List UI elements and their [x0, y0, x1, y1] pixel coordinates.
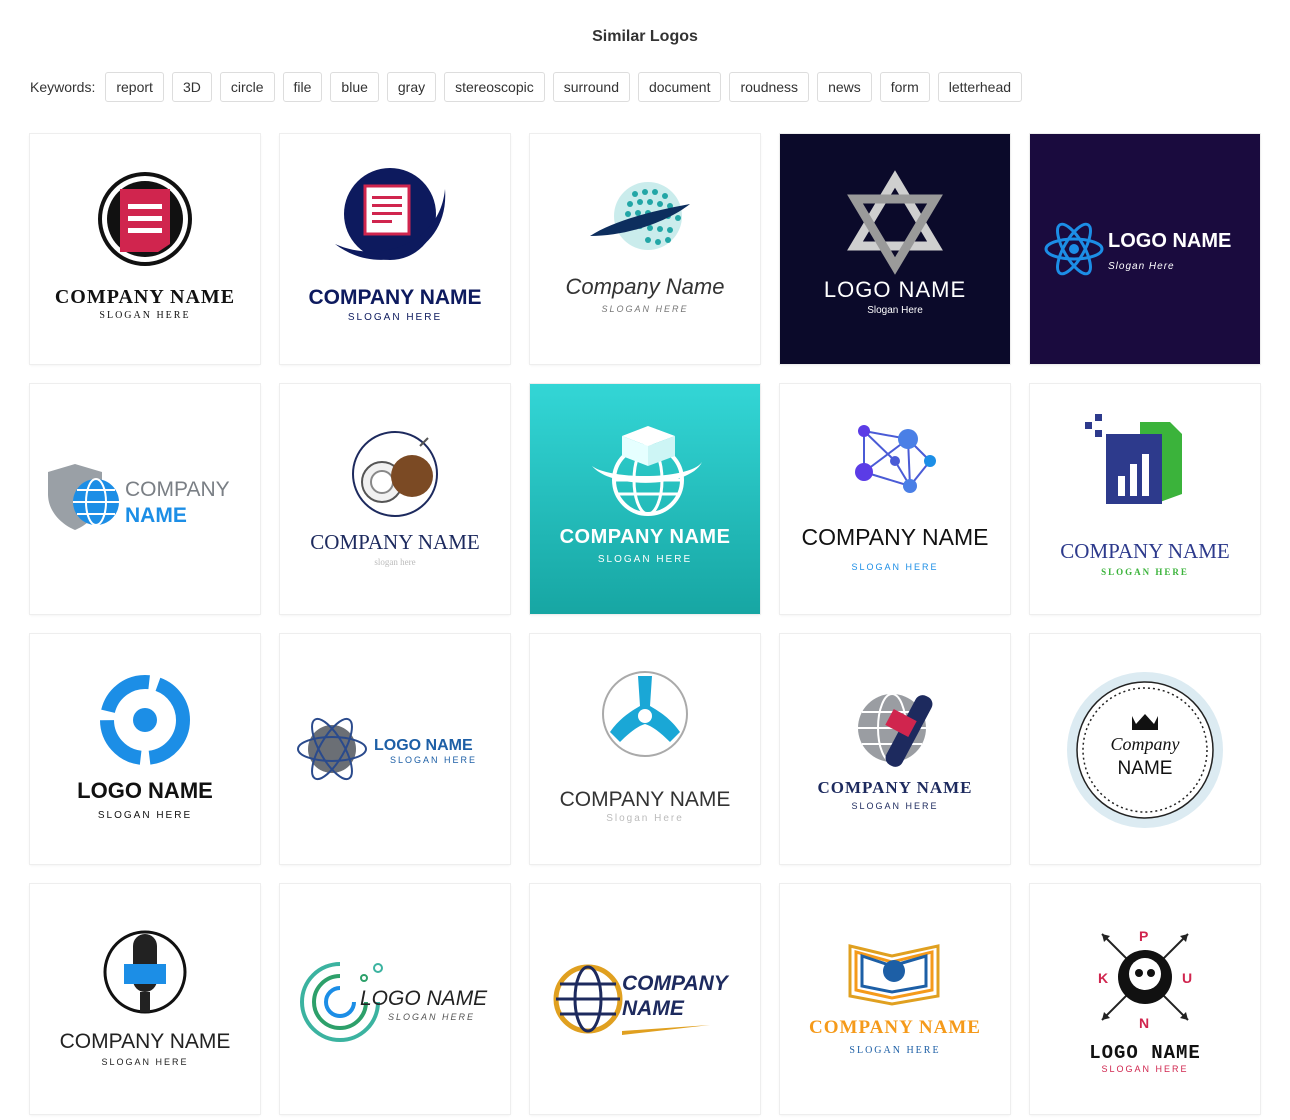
logo-card[interactable]: COMPANY NAME SLOGAN HERE	[1030, 384, 1260, 614]
keyword-chip-blue[interactable]: blue	[330, 72, 379, 102]
three-blade-icon	[602, 671, 688, 757]
keyword-chip-form[interactable]: form	[879, 72, 930, 102]
logo-company-name: Company	[1110, 734, 1180, 754]
microphone-icon	[103, 930, 187, 1014]
keyword-chip-3d[interactable]: 3D	[171, 72, 212, 102]
logo-slogan: Slogan Here	[606, 813, 684, 824]
logo-company-name: COMPANY	[125, 478, 230, 501]
logo-slogan: SLOGAN HERE	[851, 801, 939, 811]
compass-letter-u: U	[1182, 970, 1193, 986]
logo-company-name: COMPANY NAME	[801, 524, 989, 550]
logo-slogan: slogan here	[374, 557, 416, 567]
keyword-chip-circle[interactable]: circle	[219, 72, 275, 102]
keyword-chip-surround[interactable]: surround	[552, 72, 630, 102]
keyword-chip-letterhead[interactable]: letterhead	[937, 72, 1023, 102]
logo-card[interactable]: LOGO NAME SLOGAN HERE	[280, 634, 510, 864]
logo-card[interactable]: Company NAME	[1030, 634, 1260, 864]
logo-slogan: SLOGAN HERE	[390, 755, 478, 765]
logo-company-name: COMPANY NAME	[559, 526, 731, 548]
box-globe-icon	[592, 426, 702, 516]
keyword-chip-report[interactable]: report	[105, 72, 164, 102]
network-nodes-icon	[855, 425, 936, 493]
logo-card[interactable]: LOGO NAME Slogan Here	[780, 134, 1010, 364]
logo-company-name: COMPANY NAME	[310, 530, 480, 554]
logo-slogan: SLOGAN HERE	[1101, 567, 1189, 577]
logo-company-name-2: NAME	[125, 504, 187, 527]
logo-company-name: LOGO NAME	[77, 778, 213, 803]
logo-slogan: SLOGAN HERE	[97, 810, 193, 821]
keyword-chip-stereoscopic[interactable]: stereoscopic	[444, 72, 545, 102]
logo-slogan: SLOGAN HERE	[851, 562, 939, 572]
page-title: Similar Logos	[592, 28, 698, 45]
logo-card[interactable]: COMPANY NAME	[30, 384, 260, 614]
logo-company-name: COMPANY	[622, 972, 728, 995]
logo-card[interactable]: COMPANY NAME SLOGAN HERE	[780, 634, 1010, 864]
logo-company-name-2: NAME	[622, 997, 684, 1020]
logo-card[interactable]: COMPANY NAME Slogan Here	[530, 634, 760, 864]
compass-letter-k: K	[1098, 970, 1109, 986]
keywords-bar: Keywords: report 3D circle file blue gra…	[30, 72, 1023, 102]
ring-target-icon	[100, 675, 190, 765]
logo-card[interactable]: COMPANY NAME SLOGAN HERE	[30, 134, 260, 364]
keyword-chip-roudness[interactable]: roudness	[729, 72, 810, 102]
logo-company-name: COMPANY NAME	[559, 788, 731, 811]
logo-card[interactable]: Company Name SLOGAN HERE	[530, 134, 760, 364]
keyword-chip-document[interactable]: document	[637, 72, 722, 102]
logo-company-name: LOGO NAME	[1089, 1042, 1201, 1064]
open-book-globe-icon	[848, 944, 940, 1006]
logo-grid: COMPANY NAME SLOGAN HERE COMPANY NAME SL…	[30, 134, 1260, 1114]
logo-slogan: SLOGAN HERE	[601, 304, 689, 314]
compass-letter-n: N	[1139, 1015, 1150, 1031]
logo-company-name: Company Name	[565, 274, 725, 299]
logo-slogan: SLOGAN HERE	[347, 312, 443, 323]
logo-slogan: SLOGAN HERE	[101, 1057, 189, 1067]
keyword-chip-news[interactable]: news	[817, 72, 872, 102]
keyword-chip-file[interactable]: file	[282, 72, 323, 102]
compass-letter-p: P	[1139, 928, 1149, 944]
logo-card[interactable]: COMPANY NAME SLOGAN HERE	[280, 134, 510, 364]
logo-company-name: COMPANY NAME	[308, 286, 482, 309]
logo-company-name: COMPANY NAME	[809, 1017, 981, 1038]
logo-company-name: LOGO NAME	[374, 737, 473, 754]
logo-card[interactable]: COMPANY NAME SLOGAN HERE	[780, 384, 1010, 614]
hexagram-3d-icon	[847, 170, 943, 275]
logo-card[interactable]: COMPANY NAME slogan here	[280, 384, 510, 614]
document-circle-icon	[98, 172, 192, 266]
logo-card[interactable]: COMPANY NAME SLOGAN HERE	[780, 884, 1010, 1114]
logo-company-name: COMPANY NAME	[59, 1030, 231, 1053]
keywords-label: Keywords:	[30, 79, 96, 95]
logo-company-name: COMPANY NAME	[54, 286, 236, 308]
logo-card[interactable]: LOGO NAME SLOGAN HERE	[280, 884, 510, 1114]
logo-slogan: SLOGAN HERE	[1101, 1064, 1189, 1074]
logo-slogan: SLOGAN HERE	[99, 310, 191, 321]
logo-company-name: LOGO NAME	[823, 277, 967, 302]
skull-compass-icon	[1101, 933, 1189, 1021]
logo-card[interactable]: COMPANY NAME SLOGAN HERE	[30, 884, 260, 1114]
document-swoosh-icon	[335, 168, 446, 260]
logo-card[interactable]: COMPANY NAME SLOGAN HERE	[530, 384, 760, 614]
coconut-icon	[352, 431, 438, 517]
logo-slogan: Slogan Here	[867, 305, 923, 316]
document-chart-icon	[1085, 414, 1182, 504]
logo-company-name: LOGO NAME	[1108, 230, 1232, 252]
logo-company-name: LOGO NAME	[360, 987, 488, 1010]
logo-company-name-2: NAME	[1117, 758, 1173, 779]
logo-card[interactable]: LOGO NAME SLOGAN HERE	[30, 634, 260, 864]
keyword-chip-gray[interactable]: gray	[386, 72, 437, 102]
logo-slogan: SLOGAN HERE	[597, 554, 693, 565]
logo-slogan: SLOGAN HERE	[388, 1012, 476, 1022]
globe-microphone-icon	[858, 693, 933, 767]
logo-company-name: COMPANY NAME	[817, 778, 973, 797]
logo-card[interactable]: P K U N LOGO NAME SLOGAN HERE	[1030, 884, 1260, 1114]
logo-slogan: SLOGAN HERE	[849, 1045, 941, 1056]
logo-card[interactable]: LOGO NAME Slogan Here	[1030, 134, 1260, 364]
dotted-globe-icon	[590, 182, 690, 250]
logo-slogan: Slogan Here	[1108, 261, 1175, 272]
logo-card[interactable]: COMPANY NAME	[530, 884, 760, 1114]
logo-company-name: COMPANY NAME	[1060, 539, 1230, 563]
